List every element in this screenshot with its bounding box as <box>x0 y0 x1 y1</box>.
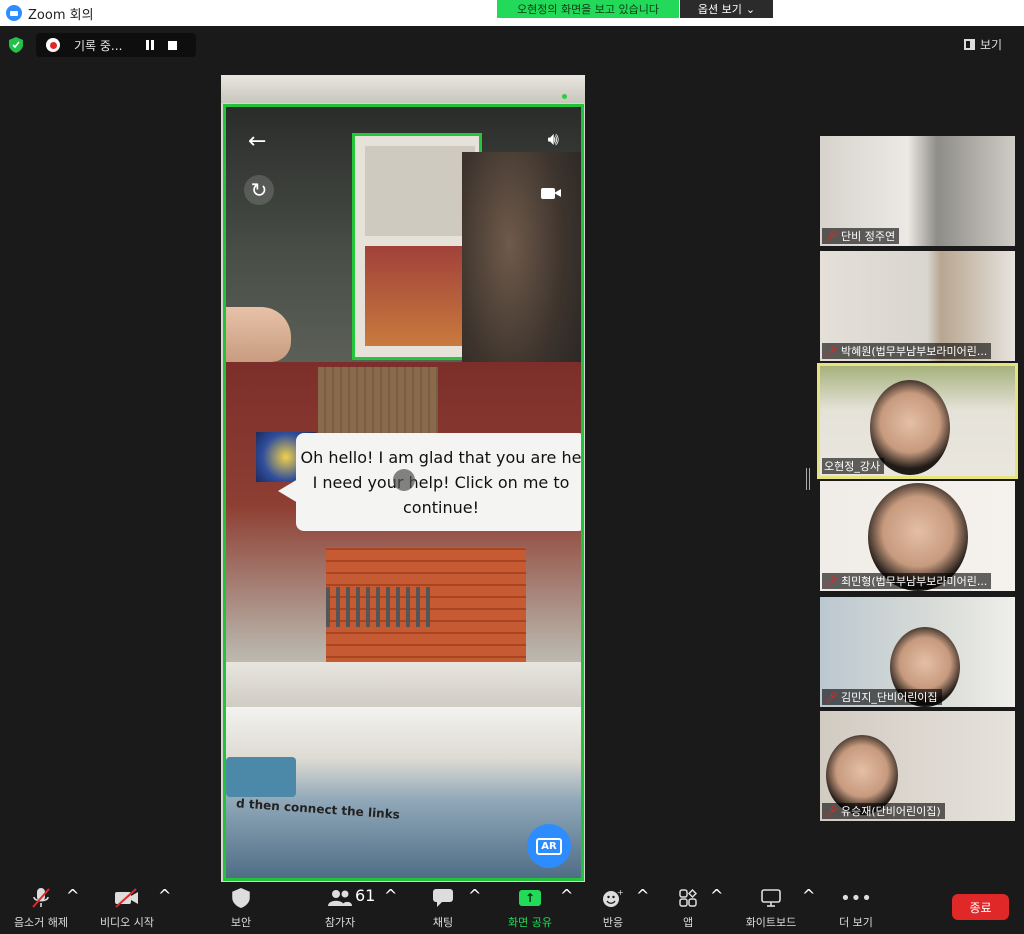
chat-bubble-icon <box>433 886 453 910</box>
share-options-caret[interactable]: ^ <box>560 886 573 932</box>
muted-mic-icon: 🎤︎ <box>824 690 838 704</box>
view-options-label: 옵션 보기 <box>697 3 742 16</box>
unmute-label: 음소거 해제 <box>13 916 69 929</box>
chat-button[interactable]: 채팅 <box>428 886 458 932</box>
reactions-options-caret[interactable]: ^ <box>636 886 649 932</box>
video-camera-icon[interactable] <box>541 187 561 200</box>
speech-line-1: Oh hello! I am glad that you are he <box>300 448 582 467</box>
pause-recording-button[interactable] <box>146 40 156 50</box>
muted-mic-icon: 🎤︎ <box>824 344 838 358</box>
participant-name-tag: 🎤︎ 단비 정주연 <box>822 228 900 244</box>
participant-tile[interactable]: 🎤︎ 단비 정주연 <box>820 136 1015 246</box>
participants-count: 61 <box>355 886 376 905</box>
security-shield-icon <box>232 886 250 910</box>
zoom-logo-icon <box>6 5 22 21</box>
participant-name: 단비 정주연 <box>840 230 896 243</box>
view-options-button[interactable]: 옵션 보기 ⌄ <box>680 0 773 18</box>
participant-name-tag: 오현정_강사 <box>822 458 885 474</box>
unmute-button[interactable]: 음소거 해제 <box>10 886 72 932</box>
whiteboard-button[interactable]: 화이트보드 <box>742 886 800 932</box>
participant-name-tag: 🎤︎ 최민형(법무부남부보라미어린... <box>822 573 992 589</box>
box-text: d then connect the links <box>235 796 401 822</box>
muted-mic-icon: 🎤︎ <box>824 804 838 818</box>
shared-screen-header <box>221 75 585 103</box>
speaker-icon[interactable]: 🔊︎ <box>548 129 559 150</box>
window-title: Zoom 회의 <box>28 7 94 23</box>
chat-label: 채팅 <box>432 916 454 929</box>
participant-tile[interactable]: 🎤︎ 박혜원(법무부남부보라미어린... <box>820 251 1015 361</box>
security-button[interactable]: 보안 <box>220 886 262 932</box>
video-options-caret[interactable]: ^ <box>158 886 171 932</box>
reactions-button[interactable]: + 반응 <box>598 886 628 932</box>
apps-icon <box>679 886 697 910</box>
shared-phone-view[interactable]: d then connect the links ← ↻ 🔊︎ Oh hello… <box>223 104 584 881</box>
participant-name-tag: 🎤︎ 박혜원(법무부남부보라미어린... <box>822 343 992 359</box>
share-screen-button[interactable]: ↑ 화면 공유 <box>502 886 558 932</box>
ar-house-model <box>226 362 581 722</box>
participant-name-tag: 🎤︎ 유승재(단비어린이집) <box>822 803 945 819</box>
whiteboard-label: 화이트보드 <box>745 916 797 929</box>
speech-bubble[interactable]: Oh hello! I am glad that you are he I ne… <box>278 433 582 531</box>
whiteboard-options-caret[interactable]: ^ <box>802 886 815 932</box>
share-status-dot <box>562 94 567 99</box>
camera-scene-top <box>226 107 581 417</box>
participant-name-tag: 🎤︎ 김민지_단비어린이집 <box>822 689 942 705</box>
speech-line-3: continue! <box>403 498 479 517</box>
apps-options-caret[interactable]: ^ <box>710 886 723 932</box>
whiteboard-icon <box>761 886 781 910</box>
speech-line-2: I need your help! Click on me to <box>312 473 570 492</box>
panel-resize-handle[interactable] <box>806 468 810 490</box>
chat-options-caret[interactable]: ^ <box>468 886 481 932</box>
recording-indicator: 기록 중... <box>36 33 196 57</box>
view-layout-icon <box>964 38 975 50</box>
ar-button[interactable]: AR <box>527 824 571 868</box>
participant-name: 김민지_단비어린이집 <box>840 691 938 704</box>
audio-options-caret[interactable]: ^ <box>66 886 79 932</box>
box-logo <box>226 757 296 797</box>
share-screen-arrow-icon: ↑ <box>519 890 541 906</box>
participants-label: 참가자 <box>324 916 356 929</box>
muted-mic-icon: 🎤︎ <box>824 574 838 588</box>
participant-tile[interactable]: 🎤︎ 유승재(단비어린이집) <box>820 711 1015 821</box>
smiley-icon: + <box>602 886 624 910</box>
more-button[interactable]: ••• 더 보기 <box>836 886 876 932</box>
finger <box>226 307 291 362</box>
security-shield-icon[interactable] <box>9 37 23 53</box>
participants-icon <box>328 886 352 910</box>
participants-options-caret[interactable]: ^ <box>384 886 397 932</box>
microphone-muted-icon <box>31 886 51 910</box>
participant-tile-active-speaker[interactable]: 오현정_강사 <box>817 363 1018 479</box>
more-label: 더 보기 <box>839 916 873 929</box>
participant-tile[interactable]: 🎤︎ 김민지_단비어린이집 <box>820 597 1015 707</box>
apps-button[interactable]: 앱 <box>676 886 700 932</box>
view-label: 보기 <box>980 37 1003 52</box>
meeting-toolbar: 음소거 해제 ^ 비디오 시작 ^ 보안 참가자 61 ^ 채팅 ^ ↑ 화면 … <box>0 882 1024 934</box>
end-meeting-button[interactable]: 종료 <box>952 894 1009 920</box>
chevron-down-icon: ⌄ <box>745 2 756 16</box>
touch-cursor <box>393 469 415 491</box>
view-button[interactable]: 보기 <box>964 33 1014 55</box>
reset-icon[interactable]: ↻ <box>244 175 274 205</box>
more-dots-icon: ••• <box>840 887 872 909</box>
participant-tile[interactable]: 🎤︎ 최민형(법무부남부보라미어린... <box>820 481 1015 591</box>
reactions-label: 반응 <box>602 916 624 929</box>
apps-label: 앱 <box>682 916 694 929</box>
start-video-button[interactable]: 비디오 시작 <box>96 886 158 932</box>
participant-name: 박혜원(법무부남부보라미어린... <box>840 345 988 358</box>
back-arrow-icon[interactable]: ← <box>248 129 266 154</box>
participant-name: 유승재(단비어린이집) <box>840 805 941 818</box>
participant-name: 최민형(법무부남부보라미어린... <box>840 575 988 588</box>
svg-text:+: + <box>617 888 624 897</box>
security-label: 보안 <box>230 916 252 929</box>
record-icon <box>46 38 60 52</box>
participant-name: 오현정_강사 <box>824 460 881 473</box>
video-off-icon <box>114 886 140 910</box>
screen-share-banner: 오현정의 화면을 보고 있습니다 <box>497 0 679 18</box>
share-screen-label: 화면 공유 <box>508 916 552 929</box>
recording-label: 기록 중... <box>74 38 123 53</box>
stop-recording-button[interactable] <box>168 40 177 50</box>
muted-mic-icon: 🎤︎ <box>824 229 838 243</box>
ar-label: AR <box>536 837 562 855</box>
start-video-label: 비디오 시작 <box>99 916 155 929</box>
